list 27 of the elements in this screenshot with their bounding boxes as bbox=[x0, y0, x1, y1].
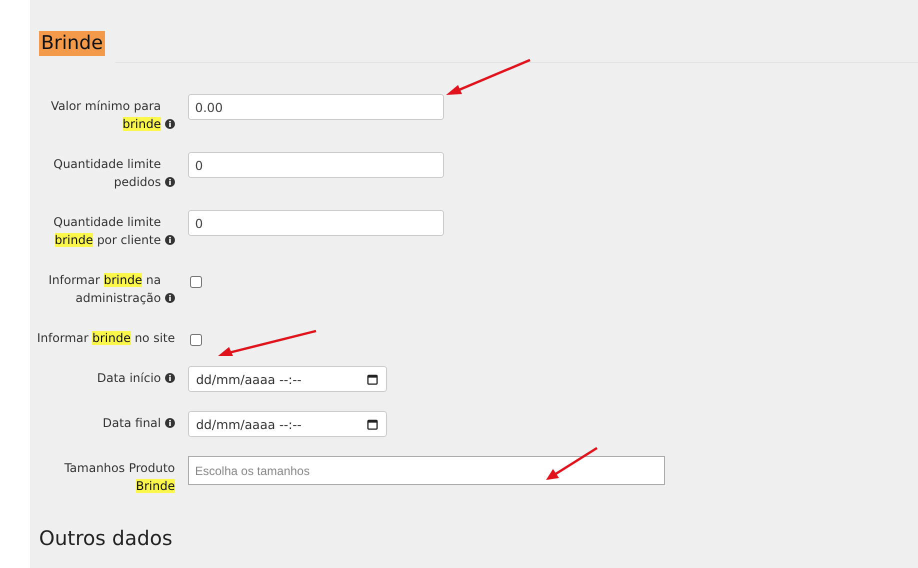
arrow-drawing bbox=[544, 446, 600, 482]
field-label: Quantidade limite brinde por cliente bbox=[52, 214, 161, 249]
field-label: Data início bbox=[96, 370, 161, 387]
datetime-field[interactable]: dd/mm/aaaa --:-- bbox=[188, 366, 387, 392]
size-select-field[interactable]: Escolha os tamanhos bbox=[188, 456, 665, 485]
field-label: Informar brinde no site bbox=[37, 330, 175, 347]
field-label: Tamanhos Produto Brinde bbox=[63, 460, 175, 495]
field-label: Quantidade limite pedidos bbox=[52, 156, 161, 191]
section-title: Brinde bbox=[39, 31, 105, 56]
field-label: Informar brinde na administração bbox=[47, 272, 161, 307]
checkbox[interactable] bbox=[190, 334, 202, 346]
info-icon[interactable] bbox=[165, 373, 175, 383]
info-icon[interactable] bbox=[165, 418, 175, 428]
calendar-icon[interactable] bbox=[367, 418, 378, 430]
info-icon[interactable] bbox=[165, 293, 175, 303]
input-field[interactable]: 0 bbox=[188, 152, 444, 178]
info-icon[interactable] bbox=[165, 177, 175, 187]
section-title: Outros dados bbox=[39, 526, 174, 550]
field-label: Data final bbox=[102, 415, 161, 432]
field-label: Valor mínimo para brinde bbox=[50, 98, 161, 133]
info-icon[interactable] bbox=[165, 119, 175, 129]
datetime-field[interactable]: dd/mm/aaaa --:-- bbox=[188, 411, 387, 437]
input-field[interactable]: 0.00 bbox=[188, 94, 444, 120]
info-icon[interactable] bbox=[165, 235, 175, 245]
input-field[interactable]: 0 bbox=[188, 210, 444, 236]
checkbox[interactable] bbox=[190, 276, 202, 288]
calendar-icon[interactable] bbox=[367, 374, 378, 384]
